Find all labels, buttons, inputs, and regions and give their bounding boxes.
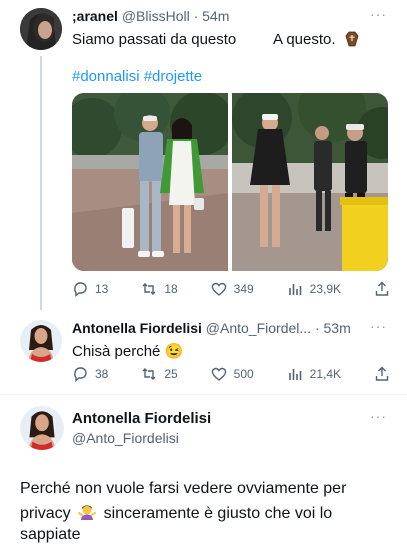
shrugging-woman-emoji-icon bbox=[78, 505, 97, 520]
reply-icon bbox=[74, 282, 87, 297]
views-icon bbox=[288, 284, 301, 295]
user-handle[interactable]: @Anto_Fiordel... bbox=[206, 320, 311, 336]
tweet-1[interactable]: ;aranel @BlissHoll · 54m ··· Siamo passa… bbox=[0, 0, 407, 310]
photo-left[interactable] bbox=[72, 93, 228, 271]
reply-count: 13 bbox=[95, 282, 109, 296]
tweet-text-left: Siamo passati da questo bbox=[72, 31, 237, 48]
tweet-text-right-label: A questo. bbox=[273, 31, 336, 48]
user-handle[interactable]: @Anto_Fiordelisi bbox=[72, 430, 179, 446]
wink-emoji: 😉 bbox=[164, 343, 184, 360]
tweet-text-line-1: Perché non vuole farsi vedere ovviamente… bbox=[20, 480, 347, 497]
hashtags[interactable]: #donnalisi #drojette bbox=[72, 68, 202, 85]
retweet-icon bbox=[142, 368, 156, 380]
tweet-text-label: Chisà perché bbox=[72, 343, 161, 360]
avatar[interactable] bbox=[20, 320, 62, 362]
tweet-3[interactable]: Antonella Fiordelisi @Anto_Fiordelisi ··… bbox=[0, 400, 407, 560]
views-icon bbox=[288, 369, 301, 380]
heart-icon bbox=[211, 367, 226, 381]
views-button[interactable]: 23,9K bbox=[287, 281, 341, 297]
coffin-icon bbox=[345, 31, 359, 47]
retweet-count: 25 bbox=[164, 367, 178, 381]
timestamp[interactable]: · 53m bbox=[315, 320, 351, 336]
retweet-button[interactable]: 25 bbox=[141, 366, 178, 382]
tweet-header: Antonella Fiordelisi @Anto_Fiordel... · … bbox=[72, 320, 351, 336]
reply-button[interactable]: 38 bbox=[72, 366, 108, 382]
views-count: 21,4K bbox=[309, 367, 342, 381]
like-count: 349 bbox=[233, 282, 254, 296]
heart-icon bbox=[211, 282, 226, 296]
views-button[interactable]: 21,4K bbox=[287, 366, 341, 382]
tweet-text-fragment: sinceramente è giusto che voi lo bbox=[103, 505, 333, 522]
tweet-2[interactable]: Antonella Fiordelisi @Anto_Fiordel... · … bbox=[0, 312, 407, 390]
thread-line bbox=[40, 56, 42, 310]
photo-right[interactable] bbox=[232, 93, 388, 271]
views-count: 23,9K bbox=[309, 282, 342, 296]
tweet-text-line-2: privacy sinceramente è giusto che voi lo bbox=[20, 503, 332, 523]
avatar[interactable] bbox=[20, 8, 62, 50]
share-button[interactable] bbox=[374, 281, 390, 297]
tweet-text-line-3: sappiate bbox=[20, 526, 81, 543]
tweet-header: ;aranel @BlissHoll · 54m bbox=[72, 8, 229, 24]
like-button[interactable]: 349 bbox=[211, 281, 254, 297]
user-handle[interactable]: @BlissHoll bbox=[122, 8, 190, 24]
more-options-icon[interactable]: ··· bbox=[370, 6, 387, 22]
divider bbox=[0, 394, 407, 395]
like-button[interactable]: 500 bbox=[211, 366, 254, 382]
tweet-actions: 38 25 500 21,4K bbox=[72, 365, 390, 383]
like-count: 500 bbox=[233, 367, 254, 381]
tweet-actions: 13 18 349 23,9K bbox=[72, 280, 390, 298]
reply-count: 38 bbox=[95, 367, 109, 381]
retweet-button[interactable]: 18 bbox=[141, 281, 178, 297]
share-button[interactable] bbox=[374, 366, 390, 382]
share-icon bbox=[375, 281, 389, 296]
share-icon bbox=[375, 366, 389, 381]
tweet-text-fragment: privacy bbox=[20, 505, 71, 522]
more-options-icon[interactable]: ··· bbox=[370, 408, 387, 424]
display-name[interactable]: ;aranel bbox=[72, 8, 118, 24]
more-options-icon[interactable]: ··· bbox=[370, 318, 387, 334]
tweet-text-right: A questo. bbox=[273, 31, 360, 48]
retweet-icon bbox=[142, 283, 156, 295]
display-name[interactable]: Antonella Fiordelisi bbox=[72, 320, 202, 336]
retweet-count: 18 bbox=[164, 282, 178, 296]
avatar[interactable] bbox=[20, 406, 64, 450]
display-name[interactable]: Antonella Fiordelisi bbox=[72, 410, 211, 427]
reply-icon bbox=[74, 367, 87, 382]
tweet-text: Chisà perché 😉 bbox=[72, 342, 183, 360]
timestamp[interactable]: · 54m bbox=[194, 8, 230, 24]
reply-button[interactable]: 13 bbox=[72, 281, 108, 297]
